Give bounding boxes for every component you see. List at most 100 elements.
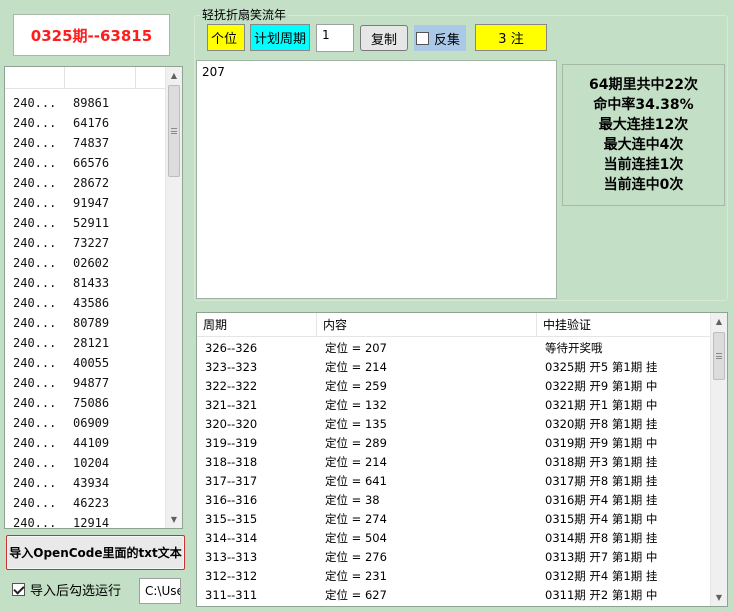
- checkbox-icon[interactable]: [12, 582, 25, 596]
- list-item-period: 240...: [13, 316, 57, 330]
- list-item[interactable]: 240... 52911: [5, 213, 165, 233]
- row-content: 定位 = 207: [325, 341, 387, 355]
- history-header-col-code[interactable]: [66, 67, 136, 88]
- table-row[interactable]: 323--323 定位 = 214 0325期 开5 第1期 挂: [197, 358, 710, 377]
- row-verify: 0320期 开8 第1期 挂: [545, 417, 658, 431]
- auto-run-label: 导入后勾选运行: [30, 583, 122, 599]
- list-item[interactable]: 240... 12914: [5, 513, 165, 533]
- list-item[interactable]: 240... 02602: [5, 253, 165, 273]
- list-item-code: 43934: [73, 476, 110, 490]
- list-item[interactable]: 240... 74837: [5, 133, 165, 153]
- list-item[interactable]: 240... 80789: [5, 313, 165, 333]
- stat-max-miss-streak: 最大连挂12次: [598, 117, 689, 133]
- row-content: 定位 = 276: [325, 550, 387, 564]
- list-item-period: 240...: [13, 356, 57, 370]
- table-row[interactable]: 314--314 定位 = 504 0314期 开8 第1期 挂: [197, 529, 710, 548]
- list-item[interactable]: 240... 28672: [5, 173, 165, 193]
- list-item[interactable]: 240... 43934: [5, 473, 165, 493]
- row-content: 定位 = 38: [325, 493, 380, 507]
- current-issue-text: 0325期--63815: [30, 26, 153, 45]
- scroll-down-arrow-icon[interactable]: ▼: [711, 589, 727, 606]
- results-scrollbar[interactable]: ▲ ▼: [710, 313, 727, 606]
- checkbox-icon[interactable]: [416, 31, 429, 45]
- reverse-set-checkbox[interactable]: 反集: [414, 25, 466, 51]
- col-header-content[interactable]: 内容: [317, 313, 537, 337]
- list-item[interactable]: 240... 43586: [5, 293, 165, 313]
- list-item-code: 10204: [73, 456, 110, 470]
- table-row[interactable]: 315--315 定位 = 274 0315期 开4 第1期 中: [197, 510, 710, 529]
- row-verify: 0316期 开4 第1期 挂: [545, 493, 658, 507]
- row-period: 323--323: [205, 360, 258, 374]
- results-scroll-thumb[interactable]: [713, 332, 725, 380]
- list-item[interactable]: 240... 89861: [5, 93, 165, 113]
- plan-period-label-chip[interactable]: 计划周期: [250, 24, 310, 51]
- table-row[interactable]: 322--322 定位 = 259 0322期 开9 第1期 中: [197, 377, 710, 396]
- import-button-label: 导入OpenCode里面的txt文本: [9, 546, 182, 560]
- list-item-period: 240...: [13, 456, 57, 470]
- history-scrollbar[interactable]: ▲ ▼: [165, 67, 182, 528]
- scroll-up-arrow-icon[interactable]: ▲: [166, 67, 182, 84]
- history-list[interactable]: 240... 89861 240... 64176 240... 74837 240... 6…: [4, 66, 183, 530]
- list-item-code: 12914: [73, 516, 110, 530]
- row-content: 定位 = 214: [325, 360, 387, 374]
- plan-period-input[interactable]: 1: [316, 24, 354, 52]
- history-scroll-thumb[interactable]: [168, 85, 180, 177]
- list-item[interactable]: 240... 75086: [5, 393, 165, 413]
- table-row[interactable]: 317--317 定位 = 641 0317期 开8 第1期 挂: [197, 472, 710, 491]
- list-item[interactable]: 240... 28121: [5, 333, 165, 353]
- scroll-up-arrow-icon[interactable]: ▲: [711, 313, 727, 330]
- results-table[interactable]: 周期 内容 中挂验证 326--326 定位 = 207 等待开奖哦 323--323…: [196, 312, 728, 607]
- list-item-period: 240...: [13, 256, 57, 270]
- history-header-col-period[interactable]: [5, 67, 65, 88]
- list-item[interactable]: 240... 66576: [5, 153, 165, 173]
- row-period: 316--316: [205, 493, 258, 507]
- row-period: 313--313: [205, 550, 258, 564]
- col-header-verify[interactable]: 中挂验证: [537, 313, 712, 337]
- col-header-period[interactable]: 周期: [197, 313, 317, 337]
- row-content: 定位 = 132: [325, 398, 387, 412]
- list-item-code: 46223: [73, 496, 110, 510]
- position-selector[interactable]: 个位: [207, 24, 245, 51]
- table-row[interactable]: 316--316 定位 = 38 0316期 开4 第1期 挂: [197, 491, 710, 510]
- scroll-down-arrow-icon[interactable]: ▼: [166, 511, 182, 528]
- list-item-code: 02602: [73, 256, 110, 270]
- list-item[interactable]: 240... 91947: [5, 193, 165, 213]
- row-period: 312--312: [205, 569, 258, 583]
- list-item[interactable]: 240... 94877: [5, 373, 165, 393]
- row-period: 311--311: [205, 588, 258, 602]
- table-row[interactable]: 312--312 定位 = 231 0312期 开4 第1期 挂: [197, 567, 710, 586]
- list-item[interactable]: 240... 44109: [5, 433, 165, 453]
- row-period: 314--314: [205, 531, 258, 545]
- list-item[interactable]: 240... 06909: [5, 413, 165, 433]
- row-content: 定位 = 214: [325, 455, 387, 469]
- list-item-code: 81433: [73, 276, 110, 290]
- import-txt-button[interactable]: 导入OpenCode里面的txt文本: [6, 535, 185, 570]
- list-item-code: 28672: [73, 176, 110, 190]
- row-period: 322--322: [205, 379, 258, 393]
- list-item-period: 240...: [13, 476, 57, 490]
- list-item[interactable]: 240... 10204: [5, 453, 165, 473]
- list-item[interactable]: 240... 40055: [5, 353, 165, 373]
- list-item-period: 240...: [13, 276, 57, 290]
- scroll-grip-icon: [171, 128, 177, 134]
- plan-content-textarea[interactable]: 207: [196, 60, 557, 299]
- table-row[interactable]: 311--311 定位 = 627 0311期 开2 第1期 中: [197, 586, 710, 605]
- list-item-code: 43586: [73, 296, 110, 310]
- table-row[interactable]: 319--319 定位 = 289 0319期 开9 第1期 中: [197, 434, 710, 453]
- list-item[interactable]: 240... 46223: [5, 493, 165, 513]
- list-item[interactable]: 240... 81433: [5, 273, 165, 293]
- list-item[interactable]: 240... 64176: [5, 113, 165, 133]
- list-item[interactable]: 240... 73227: [5, 233, 165, 253]
- table-row[interactable]: 318--318 定位 = 214 0318期 开3 第1期 挂: [197, 453, 710, 472]
- copy-button[interactable]: 复制: [360, 25, 408, 51]
- row-period: 321--321: [205, 398, 258, 412]
- table-row[interactable]: 321--321 定位 = 132 0321期 开1 第1期 中: [197, 396, 710, 415]
- table-row[interactable]: 320--320 定位 = 135 0320期 开8 第1期 挂: [197, 415, 710, 434]
- list-item-period: 240...: [13, 396, 57, 410]
- table-row[interactable]: 313--313 定位 = 276 0313期 开7 第1期 中: [197, 548, 710, 567]
- table-row[interactable]: 326--326 定位 = 207 等待开奖哦: [197, 339, 710, 358]
- copy-button-label: 复制: [370, 32, 397, 48]
- list-item-code: 73227: [73, 236, 110, 250]
- file-path-field[interactable]: C:\Use: [139, 578, 181, 604]
- auto-run-checkbox[interactable]: 导入后勾选运行: [12, 580, 122, 599]
